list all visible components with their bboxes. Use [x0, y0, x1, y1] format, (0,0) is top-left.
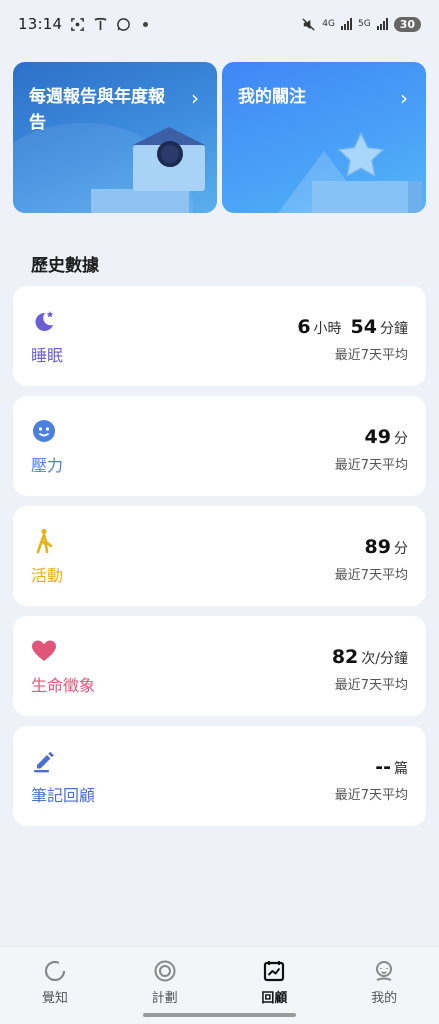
sleep-value: 6 小時 54 分鐘 — [297, 316, 408, 338]
top-cards: 每週報告與年度報告 › 我的關注 › — [13, 62, 426, 213]
nav-plan-label: 計劃 — [151, 991, 178, 1006]
vital-signs-label: 生命徵象 — [31, 676, 96, 695]
nav-mine-label: 我的 — [371, 991, 398, 1006]
awareness-ring-icon — [44, 960, 65, 982]
nav-awareness-label: 覺知 — [41, 991, 68, 1006]
whatsapp-icon — [117, 17, 131, 31]
notification-dot — [143, 21, 149, 27]
chevron-right-icon: › — [400, 86, 408, 110]
stress-value: 49 分 — [365, 426, 408, 448]
activity-score: 89 — [364, 536, 391, 558]
moon-icon — [35, 311, 54, 331]
screenshot-icon — [71, 17, 85, 31]
nav-review-label: 回顧 — [261, 991, 288, 1006]
my-focus-title: 我的關注 — [238, 87, 306, 107]
plan-ring-icon — [154, 960, 176, 982]
ring-icon — [157, 141, 183, 167]
status-bar: 13:14 4G 5G 30 — [0, 0, 439, 48]
signal-icon-2 — [376, 18, 388, 30]
heart-rate: 82 — [331, 646, 359, 668]
vital-signs-sub: 最近7天平均 — [334, 678, 408, 693]
nav-mine[interactable]: 我的 — [329, 947, 439, 1024]
history-section-title: 歷史數據 — [31, 256, 99, 276]
notes-count: -- — [375, 756, 391, 778]
tesla-icon — [94, 17, 107, 30]
activity-label: 活動 — [31, 566, 64, 585]
activity-unit: 分 — [394, 541, 408, 557]
stress-card[interactable]: 壓力 49 分 最近7天平均 — [13, 396, 426, 496]
notes-review-value: -- 篇 — [375, 756, 408, 778]
nav-awareness[interactable]: 覺知 — [0, 947, 110, 1024]
stress-score: 49 — [364, 426, 391, 448]
home-indicator[interactable] — [143, 1013, 296, 1017]
network-5g-label: 5G — [357, 19, 371, 29]
profile-icon — [376, 961, 393, 981]
stress-sub: 最近7天平均 — [334, 458, 408, 473]
vital-signs-value: 82 次/分鐘 — [332, 646, 408, 668]
network-4g-label: 4G — [322, 19, 335, 29]
weekly-annual-report-card[interactable]: 每週報告與年度報告 › — [13, 62, 217, 213]
sleep-card[interactable]: 睡眠 6 小時 54 分鐘 最近7天平均 — [13, 286, 426, 386]
sleep-sub: 最近7天平均 — [334, 348, 408, 363]
stress-label: 壓力 — [31, 456, 64, 475]
pedestal-side — [408, 181, 422, 213]
walking-icon — [36, 528, 53, 554]
status-time: 13:14 — [18, 15, 63, 33]
my-focus-card[interactable]: 我的關注 › — [222, 62, 426, 213]
star-icon — [337, 131, 385, 177]
pedestal — [312, 181, 408, 213]
sleep-hours-unit: 小時 — [313, 321, 342, 337]
notes-review-sub: 最近7天平均 — [334, 788, 408, 803]
smiley-icon — [33, 420, 55, 442]
heart-rate-unit: 次/分鐘 — [361, 651, 408, 667]
sleep-minutes: 54 — [350, 316, 377, 338]
activity-card[interactable]: 活動 89 分 最近7天平均 — [13, 506, 426, 606]
review-chart-icon — [264, 961, 285, 982]
chevron-right-icon: › — [191, 86, 199, 110]
signal-icon — [340, 18, 352, 30]
notes-review-card[interactable]: 筆記回顧 -- 篇 最近7天平均 — [13, 726, 426, 826]
stress-unit: 分 — [394, 431, 408, 447]
notes-unit: 篇 — [394, 761, 408, 777]
sleep-minutes-unit: 分鐘 — [380, 321, 408, 337]
vital-signs-card[interactable]: 生命徵象 82 次/分鐘 最近7天平均 — [13, 616, 426, 716]
envelope-base — [91, 189, 189, 213]
sleep-label: 睡眠 — [31, 346, 64, 365]
notes-review-label: 筆記回顧 — [31, 786, 96, 805]
heart-icon — [32, 640, 56, 661]
activity-value: 89 分 — [365, 536, 408, 558]
sleep-hours: 6 — [297, 316, 311, 338]
activity-sub: 最近7天平均 — [334, 568, 408, 583]
mute-icon — [302, 17, 315, 31]
battery-indicator: 30 — [393, 16, 421, 32]
pen-icon — [34, 751, 54, 773]
